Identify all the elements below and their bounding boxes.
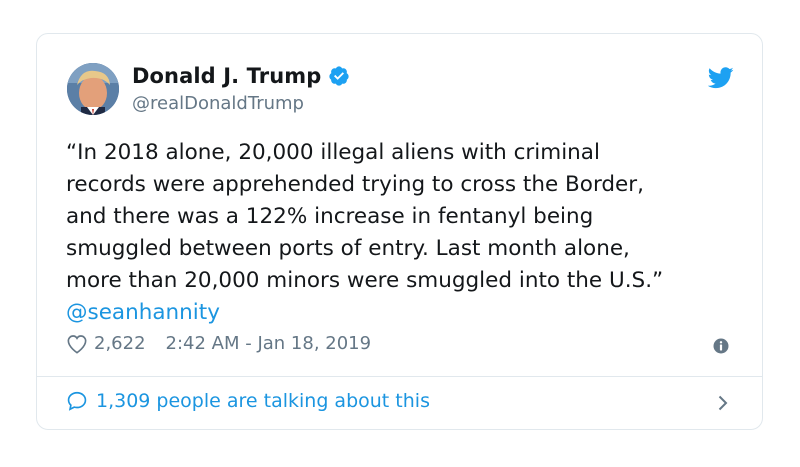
verified-badge-icon [329, 66, 349, 86]
tweet-timestamp[interactable]: 2:42 AM - Jan 18, 2019 [166, 333, 372, 354]
heart-icon[interactable] [66, 334, 88, 354]
divider [37, 376, 762, 377]
conversation-link[interactable]: 1,309 people are talking about this [66, 390, 430, 412]
tweet-meta: 2,622 2:42 AM - Jan 18, 2019 [66, 333, 371, 354]
author-row[interactable]: Donald J. Trump [132, 64, 350, 88]
mention-link[interactable]: @seanhannity [66, 297, 220, 329]
author-name[interactable]: Donald J. Trump [132, 64, 321, 88]
like-count[interactable]: 2,622 [94, 333, 146, 354]
twitter-bird-icon[interactable] [708, 67, 734, 89]
avatar[interactable] [67, 63, 119, 115]
speech-bubble-icon [67, 391, 87, 411]
talking-about-text[interactable]: 1,309 people are talking about this [96, 390, 430, 412]
info-icon[interactable] [713, 338, 729, 354]
chevron-right-icon[interactable] [717, 394, 729, 412]
author-handle[interactable]: @realDonaldTrump [132, 93, 304, 114]
tweet-text: “In 2018 alone, 20,000 illegal aliens wi… [66, 140, 664, 293]
tweet-card: Donald J. Trump @realDonaldTrump “In 201… [36, 33, 763, 430]
